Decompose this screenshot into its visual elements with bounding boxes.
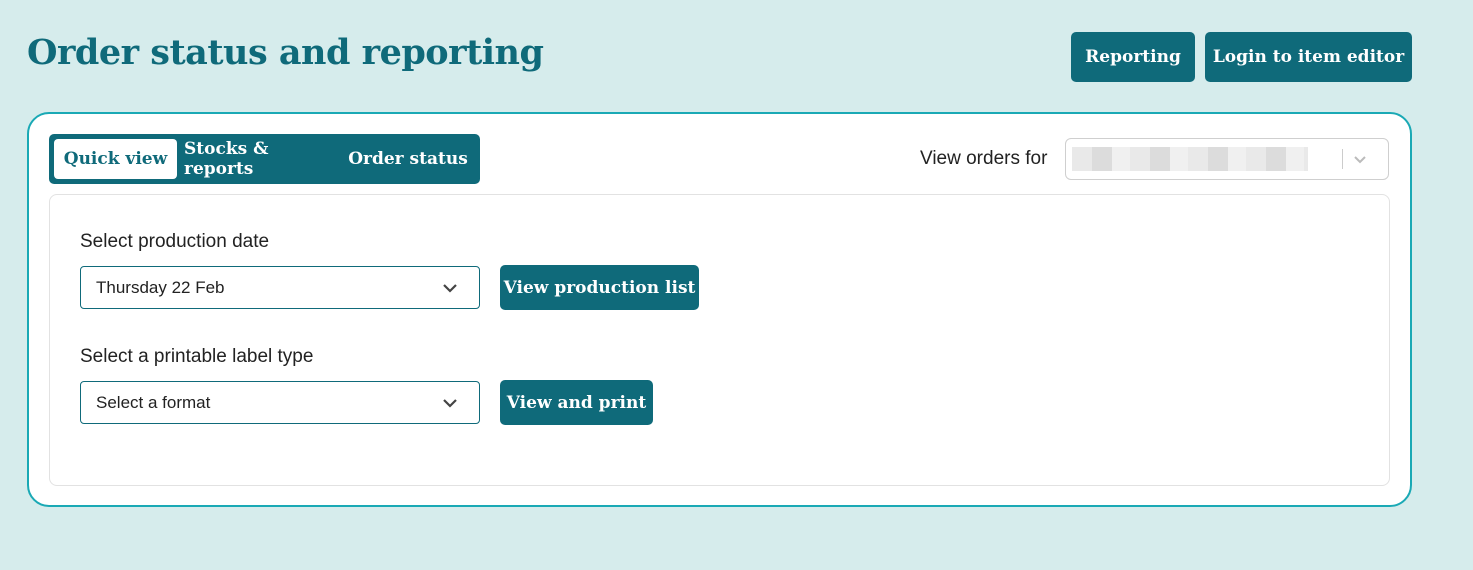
view-orders-label: View orders for — [920, 148, 1048, 169]
label-format-value: Select a format — [96, 393, 211, 412]
select-separator — [1342, 149, 1343, 169]
chevron-down-icon[interactable] — [1352, 151, 1368, 167]
production-date-select[interactable]: Thursday 22 Feb — [80, 266, 480, 309]
tab-quick-view[interactable]: Quick view — [54, 139, 177, 179]
label-type-label: Select a printable label type — [80, 346, 314, 367]
tab-bar: Quick view Stocks & reports Order status — [49, 134, 480, 184]
view-and-print-button[interactable]: View and print — [500, 380, 653, 425]
quick-view-panel: Select production date Thursday 22 Feb V… — [49, 194, 1390, 486]
login-item-editor-button[interactable]: Login to item editor — [1205, 32, 1412, 82]
tab-stocks-reports[interactable]: Stocks & reports — [184, 139, 334, 179]
reporting-button[interactable]: Reporting — [1071, 32, 1195, 82]
view-orders-select[interactable] — [1065, 138, 1389, 180]
production-date-label: Select production date — [80, 231, 270, 252]
chevron-down-icon — [443, 399, 457, 408]
tab-order-status[interactable]: Order status — [341, 139, 475, 179]
redacted-value — [1072, 147, 1308, 171]
production-date-value: Thursday 22 Feb — [96, 278, 225, 297]
label-format-select[interactable]: Select a format — [80, 381, 480, 424]
view-production-list-button[interactable]: View production list — [500, 265, 699, 310]
chevron-down-icon — [443, 284, 457, 293]
main-card: Quick view Stocks & reports Order status… — [27, 112, 1412, 507]
page-title: Order status and reporting — [27, 32, 544, 73]
